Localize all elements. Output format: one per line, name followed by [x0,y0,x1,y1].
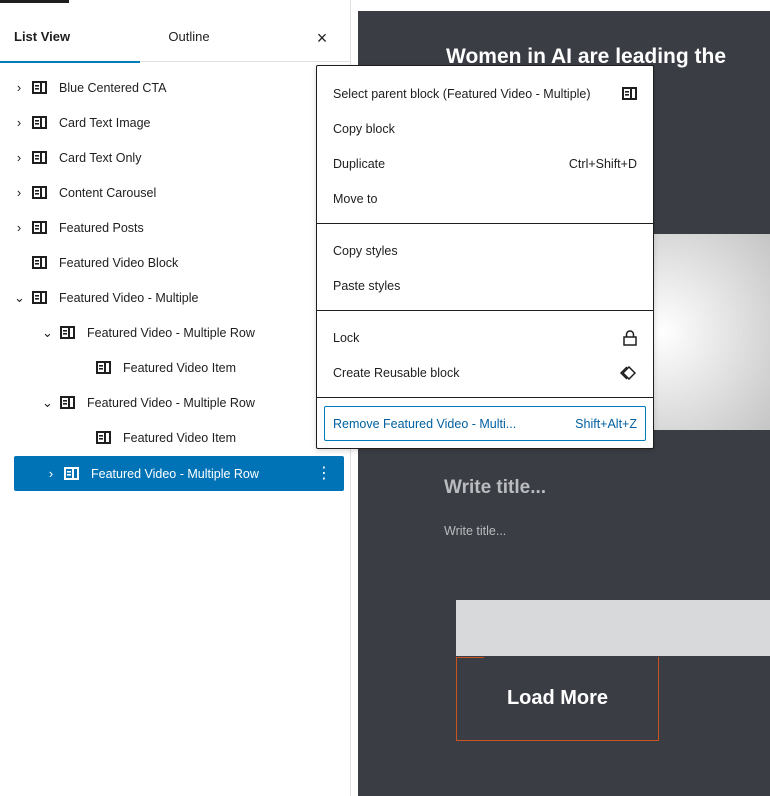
chevron-right-icon[interactable]: › [14,150,24,165]
panel-tabs: List View Outline × [0,12,350,63]
list-item-featured-video-item[interactable]: Featured Video Item [96,350,344,385]
block-options-menu: Select parent block (Featured Video - Mu… [316,65,654,449]
list-item-featured-video-block[interactable]: Featured Video Block [14,245,344,280]
shortcut-label: Ctrl+Shift+D [568,156,637,171]
menu-item-label: Move to [333,191,378,206]
list-item-featured-video-multiple-row-selected[interactable]: › Featured Video - Multiple Row ⋮ [14,456,344,491]
block-icon [96,431,111,444]
more-options-icon[interactable]: ⋮ [316,456,332,491]
block-icon [60,326,75,339]
block-icon [32,151,47,164]
list-item-label: Featured Posts [59,220,144,235]
menu-separator [317,310,653,311]
list-item-label: Featured Video Block [59,255,179,270]
chevron-right-icon[interactable]: › [14,185,24,200]
menu-item-label: Copy block [333,121,395,136]
panel-top-indicator [0,0,69,3]
reusable-block-icon [619,365,637,380]
subtitle-placeholder[interactable]: Write title... [444,524,506,538]
list-item-featured-video-multiple-row[interactable]: ⌄ Featured Video - Multiple Row [42,315,344,350]
shortcut-label: Shift+Alt+Z [575,416,637,431]
chevron-right-icon[interactable]: › [14,80,24,95]
list-item-blue-centered-cta[interactable]: › Blue Centered CTA [14,70,344,105]
menu-item-remove-block[interactable]: Remove Featured Video - Multi... Shift+A… [324,406,646,441]
list-item-label: Card Text Only [59,150,142,165]
close-icon[interactable]: × [308,24,336,52]
menu-item-paste-styles[interactable]: Paste styles [317,268,653,303]
list-view-panel: List View Outline × › Blue Centered CTA … [0,0,351,796]
list-item-label: Featured Video - Multiple Row [87,325,255,340]
block-icon [32,256,47,269]
block-icon [96,361,111,374]
menu-item-copy-block[interactable]: Copy block [317,111,653,146]
menu-item-create-reusable-block[interactable]: Create Reusable block [317,355,653,390]
list-item-featured-video-multiple-row[interactable]: ⌄ Featured Video - Multiple Row [42,385,344,420]
list-item-featured-video-item[interactable]: Featured Video Item [96,420,344,455]
list-item-label: Featured Video - Multiple [59,290,199,305]
menu-item-label: Paste styles [333,278,401,293]
menu-item-move-to[interactable]: Move to [317,181,653,216]
menu-item-label: Lock [333,330,360,345]
tab-outline[interactable]: Outline [140,12,238,62]
menu-separator [317,397,653,398]
menu-item-label: Remove Featured Video - Multi... [333,416,517,431]
list-item-card-text-image[interactable]: › Card Text Image [14,105,344,140]
menu-item-label: Select parent block (Featured Video - Mu… [333,86,591,101]
list-item-label: Featured Video - Multiple Row [87,395,255,410]
load-more-button[interactable]: Load More [456,657,659,741]
block-icon [60,396,75,409]
list-item-label: Content Carousel [59,185,157,200]
list-item-label: Featured Video - Multiple Row [91,466,259,481]
block-icon [32,116,47,129]
chevron-right-icon[interactable]: › [46,466,56,481]
menu-item-label: Create Reusable block [333,365,460,380]
menu-item-copy-styles[interactable]: Copy styles [317,233,653,268]
tab-list-view[interactable]: List View [0,12,140,63]
block-icon [32,291,47,304]
list-item-label: Featured Video Item [123,430,237,445]
list-item-card-text-only[interactable]: › Card Text Only [14,140,344,175]
block-icon [32,221,47,234]
chevron-right-icon[interactable]: › [14,220,24,235]
list-item-label: Featured Video Item [123,360,237,375]
block-icon [64,467,79,480]
chevron-right-icon[interactable]: › [14,115,24,130]
menu-separator [317,223,653,224]
list-item-featured-video-multiple[interactable]: ⌄ Featured Video - Multiple [14,280,344,315]
placeholder-bar [456,600,770,656]
menu-item-lock[interactable]: Lock [317,320,653,355]
title-placeholder[interactable]: Write title... [444,477,546,499]
lock-icon [623,329,637,346]
block-icon [32,186,47,199]
chevron-down-icon[interactable]: ⌄ [42,395,53,411]
list-item-content-carousel[interactable]: › Content Carousel [14,175,344,210]
block-icon [32,81,47,94]
block-icon [622,87,637,100]
chevron-down-icon[interactable]: ⌄ [42,325,53,341]
menu-item-duplicate[interactable]: Duplicate Ctrl+Shift+D [317,146,653,181]
chevron-down-icon[interactable]: ⌄ [14,290,25,306]
menu-item-select-parent[interactable]: Select parent block (Featured Video - Mu… [317,76,653,111]
list-item-featured-posts[interactable]: › Featured Posts [14,210,344,245]
menu-item-label: Duplicate [333,156,386,171]
menu-item-label: Copy styles [333,243,398,258]
list-item-label: Card Text Image [59,115,151,130]
list-item-label: Blue Centered CTA [59,80,167,95]
